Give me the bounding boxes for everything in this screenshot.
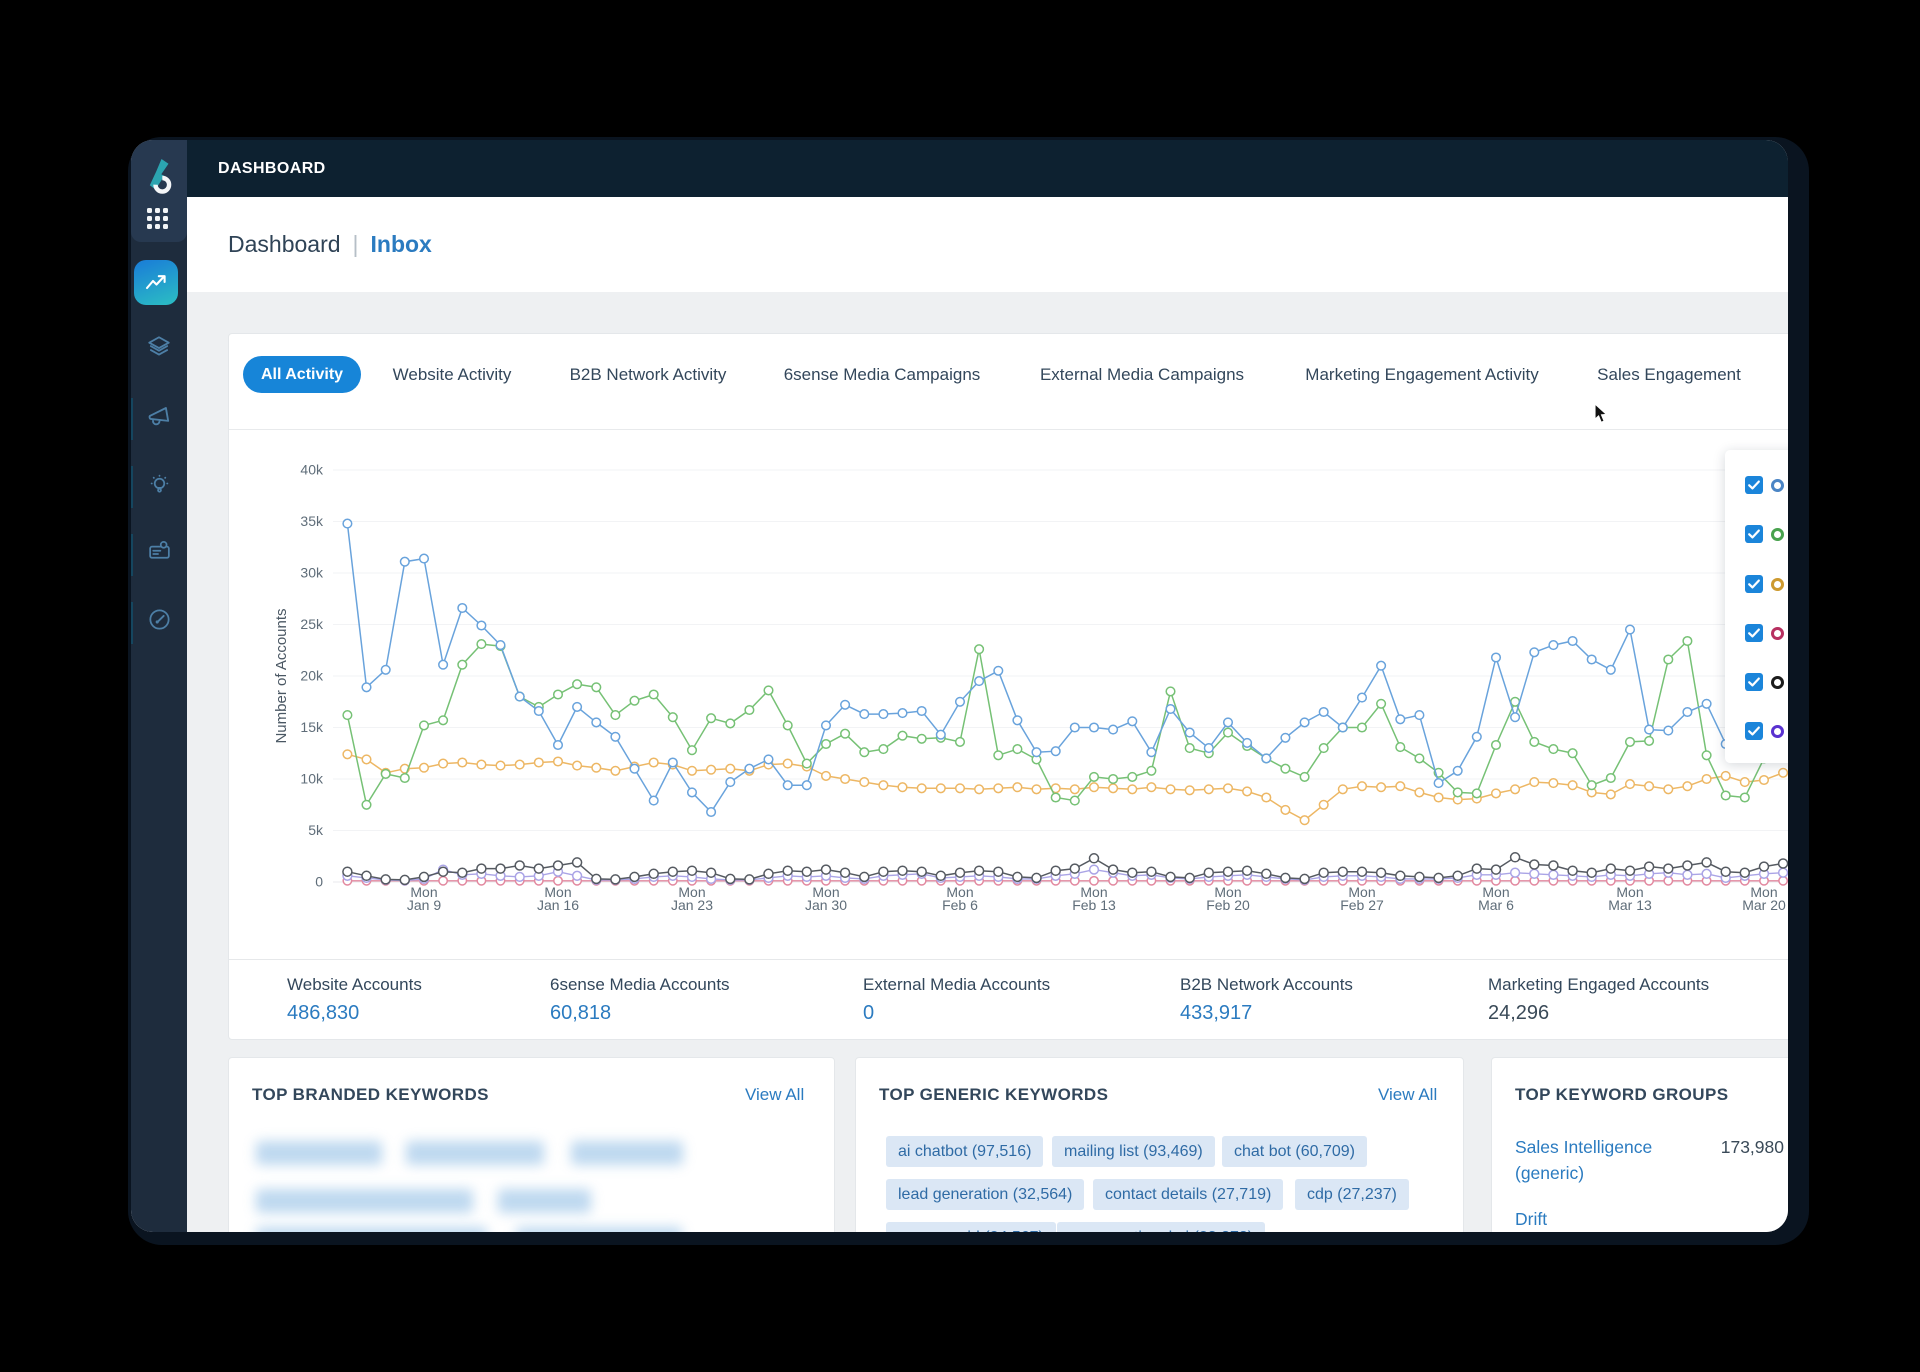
- svg-text:5k: 5k: [308, 822, 324, 838]
- svg-text:25k: 25k: [300, 616, 324, 632]
- svg-text:Feb 20: Feb 20: [1206, 897, 1250, 913]
- svg-text:Mar 13: Mar 13: [1608, 897, 1652, 913]
- svg-text:Mar 6: Mar 6: [1478, 897, 1514, 913]
- svg-text:40k: 40k: [300, 462, 324, 478]
- svg-text:Mar 20: Mar 20: [1742, 897, 1786, 913]
- svg-text:Jan 9: Jan 9: [407, 897, 441, 913]
- svg-text:35k: 35k: [300, 513, 324, 529]
- svg-text:Jan 16: Jan 16: [537, 897, 579, 913]
- svg-text:Number of Accounts: Number of Accounts: [273, 608, 290, 743]
- svg-text:10k: 10k: [300, 771, 324, 787]
- svg-text:Jan 23: Jan 23: [671, 897, 713, 913]
- svg-text:30k: 30k: [300, 565, 324, 581]
- svg-text:0: 0: [315, 874, 323, 890]
- svg-text:Feb 27: Feb 27: [1340, 897, 1384, 913]
- svg-text:Feb 13: Feb 13: [1072, 897, 1116, 913]
- svg-text:15k: 15k: [300, 719, 324, 735]
- svg-text:20k: 20k: [300, 668, 324, 684]
- svg-text:Jan 30: Jan 30: [805, 897, 847, 913]
- svg-text:Feb 6: Feb 6: [942, 897, 978, 913]
